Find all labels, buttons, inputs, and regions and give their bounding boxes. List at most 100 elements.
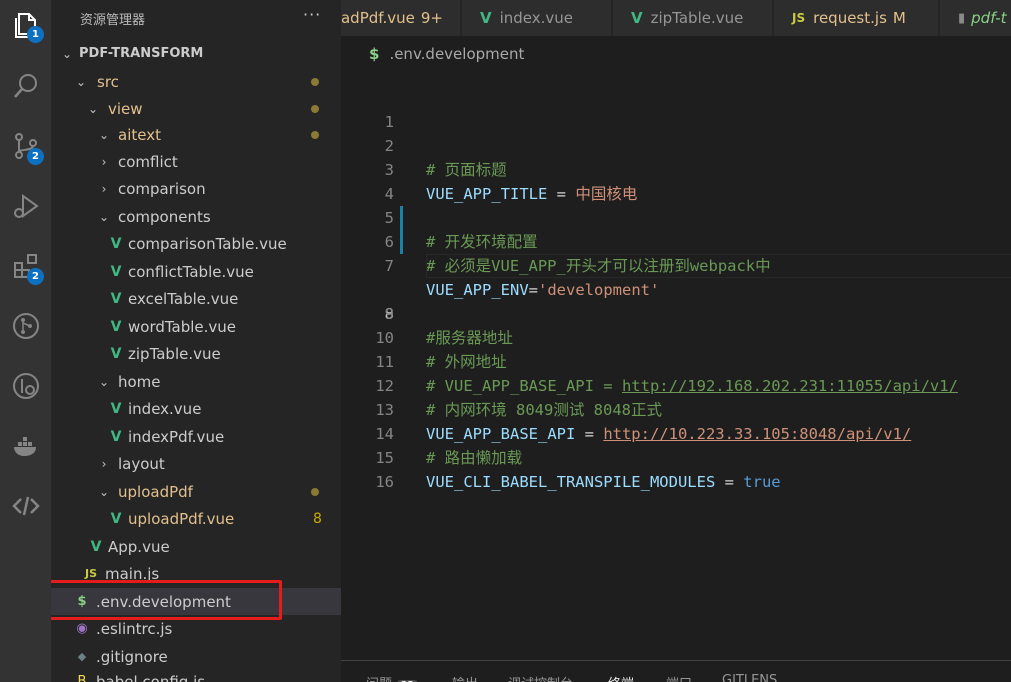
remote-icon: [11, 496, 40, 516]
eslint-icon: ◉: [76, 621, 88, 636]
search-button[interactable]: [0, 62, 51, 110]
tree-item-label: aitext: [118, 125, 161, 144]
code-editor[interactable]: 1 2 # 页面标题 3 VUE_APP_TITLE = 中国核电 4 5 # …: [341, 86, 1011, 646]
code-content: VUE_CLI_BABEL_TRANSPILE_MODULES = true: [426, 470, 781, 494]
tree-file-ziptable[interactable]: V zipTable.vue: [51, 340, 341, 367]
code-line: 1: [341, 86, 1011, 131]
tab-label: 问题: [366, 677, 392, 682]
tree-file-comparisontable[interactable]: V comparisonTable.vue: [51, 230, 341, 257]
code-line: 7 VUE_APP_ENV='development': [341, 230, 1011, 299]
code-line: 15 VUE_CLI_BABEL_TRANSPILE_MODULES = tru…: [341, 422, 1011, 491]
breadcrumb-file: .env.development: [389, 45, 525, 63]
vue-file-icon: V: [110, 428, 122, 445]
tab-uploadpdf[interactable]: V uploadPdf.vue 9+: [341, 0, 461, 36]
workspace-folder-header[interactable]: ⌄ PDF-TRANSFORM: [51, 40, 341, 67]
tree-folder-comflict[interactable]: › comflict: [51, 148, 341, 175]
boolean-value: true: [743, 473, 781, 491]
tab-label: zipTable.vue: [650, 9, 744, 27]
chevron-down-icon: ⌄: [98, 374, 110, 389]
tree-item-label: uploadPdf.vue: [128, 509, 235, 528]
vue-file-icon: V: [110, 345, 122, 362]
tab-ziptable[interactable]: V zipTable.vue: [613, 0, 773, 36]
tree-file-uploadpdf[interactable]: V uploadPdf.vue 8: [51, 505, 341, 532]
tree-folder-components[interactable]: ⌄ components: [51, 203, 341, 230]
tab-pdf[interactable]: ▮ pdf-t: [940, 0, 1011, 36]
scm-badge: 2: [27, 148, 44, 165]
tree-file-babel[interactable]: B babel.config.js: [51, 668, 341, 682]
tree-item-label: layout: [118, 454, 165, 473]
code-line: 2 # 页面标题: [341, 110, 1011, 179]
tree-folder-src[interactable]: ⌄ src: [51, 68, 341, 95]
chevron-right-icon: ›: [101, 456, 107, 471]
tree-folder-home[interactable]: ⌄ home: [51, 368, 341, 395]
current-line-highlight: [426, 254, 1011, 278]
tree-file-gitignore[interactable]: ◆ .gitignore: [51, 643, 341, 670]
code-line: 10 # 外网地址: [341, 302, 1011, 371]
source-control-button[interactable]: 2: [0, 122, 51, 170]
highlight-box: [51, 580, 282, 620]
code-line: 9 #服务器地址: [341, 278, 1011, 347]
gitlens-button[interactable]: [0, 362, 51, 410]
gitlens-icon: [12, 373, 39, 399]
code-line: 6 # 必须是VUE_APP_开头才可以注册到webpack中: [341, 206, 1011, 275]
tree-file-conflicttable[interactable]: V conflictTable.vue: [51, 258, 341, 285]
tree-item-label: home: [118, 372, 161, 391]
dollar-icon: $: [369, 45, 380, 63]
tree-item-label: indexPdf.vue: [128, 427, 225, 446]
tree-folder-aitext[interactable]: ⌄ aitext: [51, 121, 341, 148]
tree-folder-comparison[interactable]: › comparison: [51, 175, 341, 202]
breadcrumb[interactable]: $ .env.development: [341, 36, 1011, 72]
chevron-down-icon: ⌄: [98, 209, 110, 224]
tree-file-indexpdf[interactable]: V indexPdf.vue: [51, 423, 341, 450]
problem-count: 8: [313, 510, 322, 527]
file-icon: ▮: [958, 10, 966, 26]
chevron-right-icon: ›: [101, 154, 107, 169]
code-line: 16: [341, 446, 1011, 491]
modified-dot: [311, 488, 319, 496]
tab-terminal[interactable]: 终端: [608, 673, 634, 682]
activity-bar: 1 2 2: [0, 0, 51, 682]
tree-item-label: components: [118, 207, 211, 226]
tree-item-label: .gitignore: [96, 647, 168, 666]
js-file-icon: JS: [84, 567, 97, 580]
run-debug-button[interactable]: [0, 182, 51, 230]
docker-icon: [13, 437, 36, 456]
tab-label: request.js: [813, 9, 887, 27]
extensions-button[interactable]: 2: [0, 242, 51, 290]
search-icon: [13, 74, 37, 98]
tree-file-app[interactable]: V App.vue: [51, 533, 341, 560]
git-graph-button[interactable]: [0, 302, 51, 350]
tab-problems[interactable]: 问题25: [366, 673, 419, 682]
vue-file-icon: V: [631, 9, 643, 27]
docker-button[interactable]: [0, 422, 51, 470]
chevron-down-icon: ⌄: [61, 46, 73, 61]
git-graph-icon: [12, 313, 39, 339]
tab-debug-console[interactable]: 调试控制台: [508, 673, 573, 682]
tab-output[interactable]: 输出: [452, 673, 478, 682]
tab-ports[interactable]: 端口: [666, 673, 692, 682]
code-line: 12 # 内网环境 8049测试 8048正式: [341, 350, 1011, 419]
tree-file-exceltable[interactable]: V excelTable.vue: [51, 285, 341, 312]
run-debug-icon: [13, 194, 39, 218]
tab-gitlens[interactable]: GITLENS: [722, 673, 777, 682]
explorer-button[interactable]: 1: [0, 0, 51, 48]
code-line: 5 # 开发环境配置: [341, 182, 1011, 251]
tree-item-label: comparison: [118, 179, 206, 198]
tree-file-wordtable[interactable]: V wordTable.vue: [51, 313, 341, 340]
tab-request[interactable]: JS request.js M: [774, 0, 939, 36]
code-line: 11 # VUE_APP_BASE_API = http://192.168.2…: [341, 326, 1011, 395]
tree-folder-layout[interactable]: › layout: [51, 450, 341, 477]
more-actions-icon[interactable]: ···: [303, 5, 321, 24]
code-line: 13 VUE_APP_BASE_API = http://10.223.33.1…: [341, 374, 1011, 443]
tree-folder-view[interactable]: ⌄ view: [51, 95, 341, 122]
tab-index[interactable]: V index.vue: [462, 0, 612, 36]
tree-item-label: .eslintrc.js: [96, 619, 173, 638]
code-line: 4: [341, 158, 1011, 203]
operator: =: [715, 473, 744, 491]
vue-file-icon: V: [90, 538, 102, 555]
tree-item-label: zipTable.vue: [128, 344, 221, 363]
explorer-title: 资源管理器: [80, 13, 146, 28]
tree-file-index[interactable]: V index.vue: [51, 395, 341, 422]
tree-folder-uploadpdf[interactable]: ⌄ uploadPdf: [51, 478, 341, 505]
remote-explorer-button[interactable]: [0, 482, 51, 530]
